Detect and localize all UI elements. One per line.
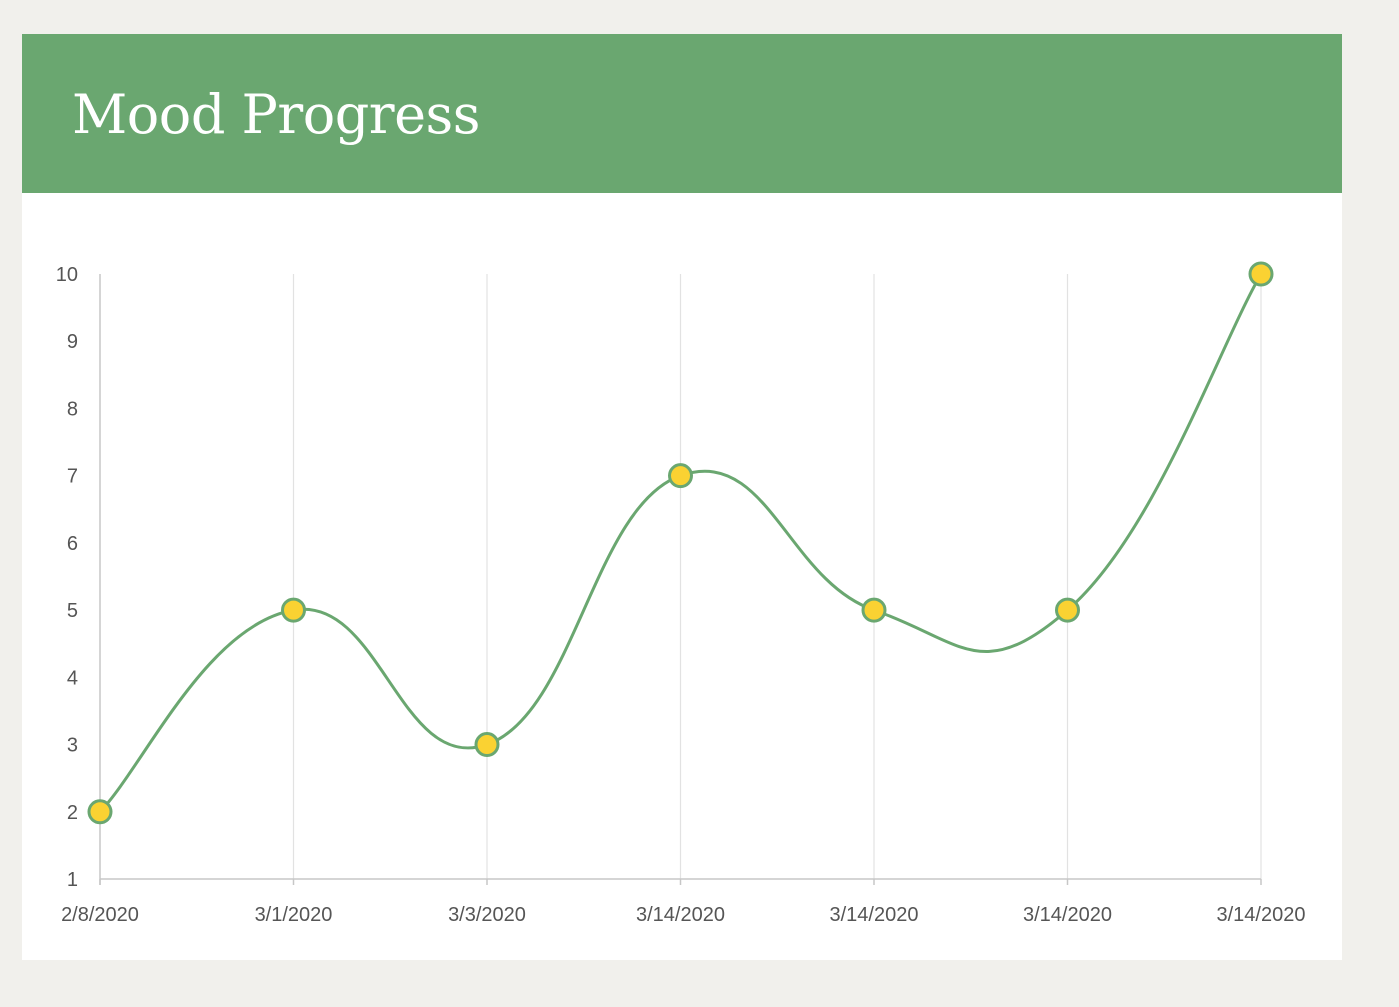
data-point[interactable]	[281, 597, 306, 623]
x-tick-label: 3/1/2020	[255, 904, 333, 926]
data-point[interactable]	[1248, 261, 1274, 287]
y-tick-label: 10	[56, 264, 78, 286]
data-point[interactable]	[474, 732, 500, 758]
data-point[interactable]	[1055, 597, 1080, 623]
y-tick-label: 9	[67, 331, 78, 353]
x-tick-label: 3/3/2020	[448, 904, 526, 926]
data-point[interactable]	[87, 799, 113, 825]
y-tick-label: 4	[67, 667, 78, 689]
data-point[interactable]	[668, 463, 693, 489]
y-tick-label: 3	[67, 735, 78, 757]
y-tick-label: 1	[67, 869, 78, 891]
mood-line-chart: 1 2 3 4 5 6 7 8 9 10 2/8/2020 3/1/2020 3/3/2020 3/14/…	[56, 261, 1306, 926]
y-tick-label: 7	[67, 466, 78, 488]
y-tick-label: 6	[67, 533, 78, 555]
grid-layer	[292, 274, 1262, 879]
x-tick-label: 3/14/2020	[636, 904, 725, 926]
x-tick-label: 2/8/2020	[61, 904, 139, 926]
y-tick-label: 8	[67, 398, 78, 420]
data-point[interactable]	[861, 597, 887, 623]
x-tick-label: 3/14/2020	[1217, 904, 1306, 926]
x-tick-label: 3/14/2020	[830, 904, 919, 926]
y-tick-label: 5	[67, 600, 78, 622]
x-tick-label: 3/14/2020	[1023, 904, 1112, 926]
y-tick-label: 2	[67, 802, 78, 824]
